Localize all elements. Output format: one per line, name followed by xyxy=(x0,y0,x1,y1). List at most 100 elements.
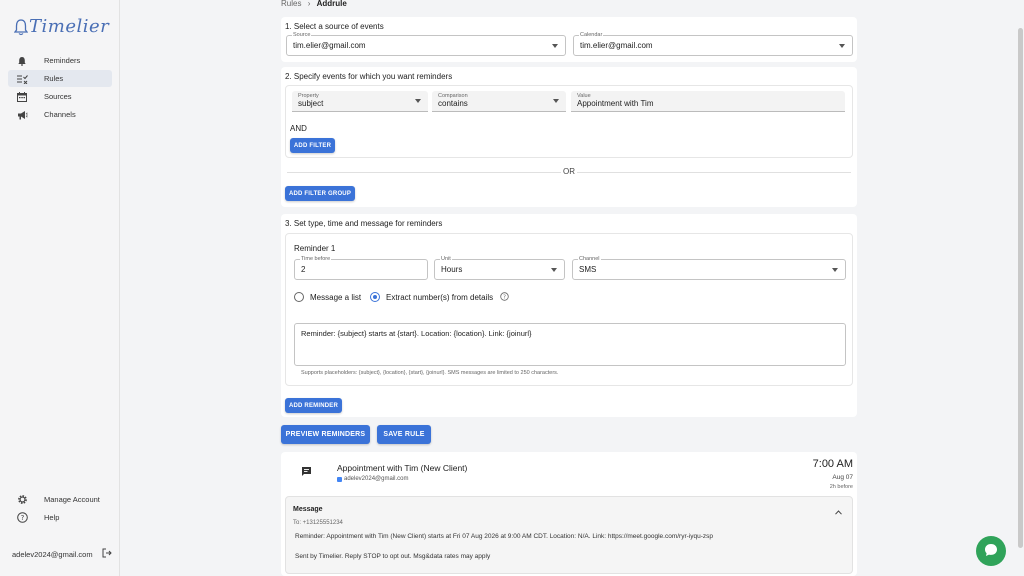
sidebar-item-label: Reminders xyxy=(44,56,81,65)
save-rule-button[interactable]: SAVE RULE xyxy=(377,425,431,444)
sidebar-item-label: Channels xyxy=(44,110,76,119)
svg-text:?: ? xyxy=(503,295,506,301)
sidebar-item-channels[interactable]: Channels xyxy=(8,106,112,123)
help-circle-icon[interactable]: ? xyxy=(500,292,509,303)
step2-card: 2. Specify events for which you want rem… xyxy=(281,67,857,207)
time-before-input[interactable]: Time before 2 xyxy=(294,256,428,280)
svg-text:?: ? xyxy=(20,514,24,522)
source-label: Source xyxy=(292,32,312,39)
scrollbar[interactable] xyxy=(1016,0,1024,576)
message-body: Reminder: Appointment with Tim (New Clie… xyxy=(295,533,713,540)
scrollbar-thumb[interactable] xyxy=(1018,28,1023,548)
message-to: To: +13125551234 xyxy=(293,520,343,526)
add-filter-button[interactable]: ADD FILTER xyxy=(290,138,335,153)
calendar-label: Calendar xyxy=(579,32,604,39)
preview-card: Appointment with Tim (New Client) adelev… xyxy=(281,452,857,576)
sidebar-item-help[interactable]: ? Help xyxy=(8,509,112,526)
comparison-label: Comparison xyxy=(438,93,468,99)
step1-card: 1. Select a source of events Source tim.… xyxy=(281,17,857,62)
property-value: subject xyxy=(298,99,324,108)
bell-icon xyxy=(16,55,28,67)
sidebar-item-reminders[interactable]: Reminders xyxy=(8,52,112,69)
message-hint: Supports placeholders: {subject}, {locat… xyxy=(301,370,559,376)
bell-logo-icon xyxy=(14,18,28,35)
chevron-down-icon xyxy=(552,44,558,48)
value-input[interactable]: Value Appointment with Tim xyxy=(571,91,845,112)
sidebar-item-rules[interactable]: Rules xyxy=(8,70,112,87)
preview-event-title: Appointment with Tim (New Client) xyxy=(337,463,468,473)
user-email: adelev2024@gmail.com xyxy=(12,549,93,559)
channel-label: Channel xyxy=(578,256,601,263)
unit-value: Hours xyxy=(441,265,463,274)
message-header[interactable]: Message xyxy=(293,506,323,513)
sidebar-item-manage-account[interactable]: Manage Account xyxy=(8,491,112,508)
breadcrumb-current: Addrule xyxy=(316,0,347,8)
help-icon: ? xyxy=(16,512,28,524)
breadcrumb-separator: › xyxy=(307,0,311,8)
app-name: Timelier xyxy=(29,16,110,37)
chevron-down-icon xyxy=(551,268,557,272)
message-bubble-icon xyxy=(301,466,312,479)
sidebar-item-label: Help xyxy=(44,513,60,522)
time-before-label: Time before xyxy=(300,256,332,263)
step3-card: 3. Set type, time and message for remind… xyxy=(281,214,857,417)
sidebar: Timelier Reminders Rules Sources Channel… xyxy=(0,0,120,576)
chevron-up-icon[interactable] xyxy=(835,508,842,517)
calendar-icon xyxy=(16,91,28,103)
breadcrumb-parent[interactable]: Rules xyxy=(281,0,301,8)
gear-icon xyxy=(16,494,28,506)
calendar-select[interactable]: Calendar tim.elier@gmail.com xyxy=(573,32,853,56)
preview-date: Aug 07 xyxy=(832,474,853,481)
source-select[interactable]: Source tim.elier@gmail.com xyxy=(286,32,566,56)
sidebar-item-label: Manage Account xyxy=(44,495,100,504)
value-value: Appointment with Tim xyxy=(577,99,654,108)
radio-message-list-label: Message a list xyxy=(310,293,362,302)
chevron-down-icon xyxy=(832,268,838,272)
message-footer: Sent by Timelier. Reply STOP to opt out.… xyxy=(295,553,491,560)
channel-value: SMS xyxy=(579,265,597,274)
preview-before: 2h before xyxy=(829,484,853,490)
message-textarea[interactable]: Reminder: {subject} starts at {start}. L… xyxy=(294,323,846,366)
comparison-select[interactable]: Comparison contains xyxy=(432,91,566,112)
and-label: AND xyxy=(290,124,307,133)
add-reminder-button[interactable]: ADD REMINDER xyxy=(285,398,342,413)
unit-label: Unit xyxy=(440,256,452,263)
chat-button[interactable] xyxy=(976,536,1006,566)
reminder-title: Reminder 1 xyxy=(294,244,336,253)
message-panel: Message To: +13125551234 Reminder: Appoi… xyxy=(285,496,853,574)
sidebar-item-label: Sources xyxy=(44,92,72,101)
or-label: OR xyxy=(561,167,577,176)
logout-icon[interactable] xyxy=(102,548,112,560)
rule-icon xyxy=(16,73,28,85)
breadcrumb: Rules › Addrule xyxy=(281,0,347,8)
sidebar-item-label: Rules xyxy=(44,74,64,83)
time-before-value: 2 xyxy=(301,265,306,274)
chevron-down-icon xyxy=(553,99,559,103)
google-calendar-icon xyxy=(337,476,342,482)
step3-title: 3. Set type, time and message for remind… xyxy=(285,219,443,228)
radio-extract-numbers[interactable] xyxy=(370,292,380,302)
filter-group: Property subject Comparison contains Val… xyxy=(285,85,853,158)
step2-title: 2. Specify events for which you want rem… xyxy=(285,72,453,81)
chat-icon xyxy=(983,542,999,560)
unit-select[interactable]: Unit Hours xyxy=(434,256,565,280)
value-label: Value xyxy=(577,93,591,99)
chevron-down-icon xyxy=(415,99,421,103)
megaphone-icon xyxy=(16,109,28,121)
step1-title: 1. Select a source of events xyxy=(285,22,384,31)
add-filter-group-button[interactable]: ADD FILTER GROUP xyxy=(285,186,355,201)
preview-email: adelev2024@gmail.com xyxy=(344,476,409,482)
source-value: tim.elier@gmail.com xyxy=(293,41,366,50)
property-label: Property xyxy=(298,93,319,99)
preview-reminders-button[interactable]: PREVIEW REMINDERS xyxy=(281,425,370,444)
radio-message-list[interactable] xyxy=(294,292,304,302)
user-row: adelev2024@gmail.com xyxy=(12,548,112,560)
chevron-down-icon xyxy=(839,44,845,48)
channel-select[interactable]: Channel SMS xyxy=(572,256,846,280)
sidebar-item-sources[interactable]: Sources xyxy=(8,88,112,105)
comparison-value: contains xyxy=(438,99,468,108)
app-logo[interactable]: Timelier xyxy=(14,16,109,37)
property-select[interactable]: Property subject xyxy=(292,91,428,112)
radio-extract-label: Extract number(s) from details xyxy=(386,293,494,302)
preview-time: 7:00 AM xyxy=(812,458,853,470)
